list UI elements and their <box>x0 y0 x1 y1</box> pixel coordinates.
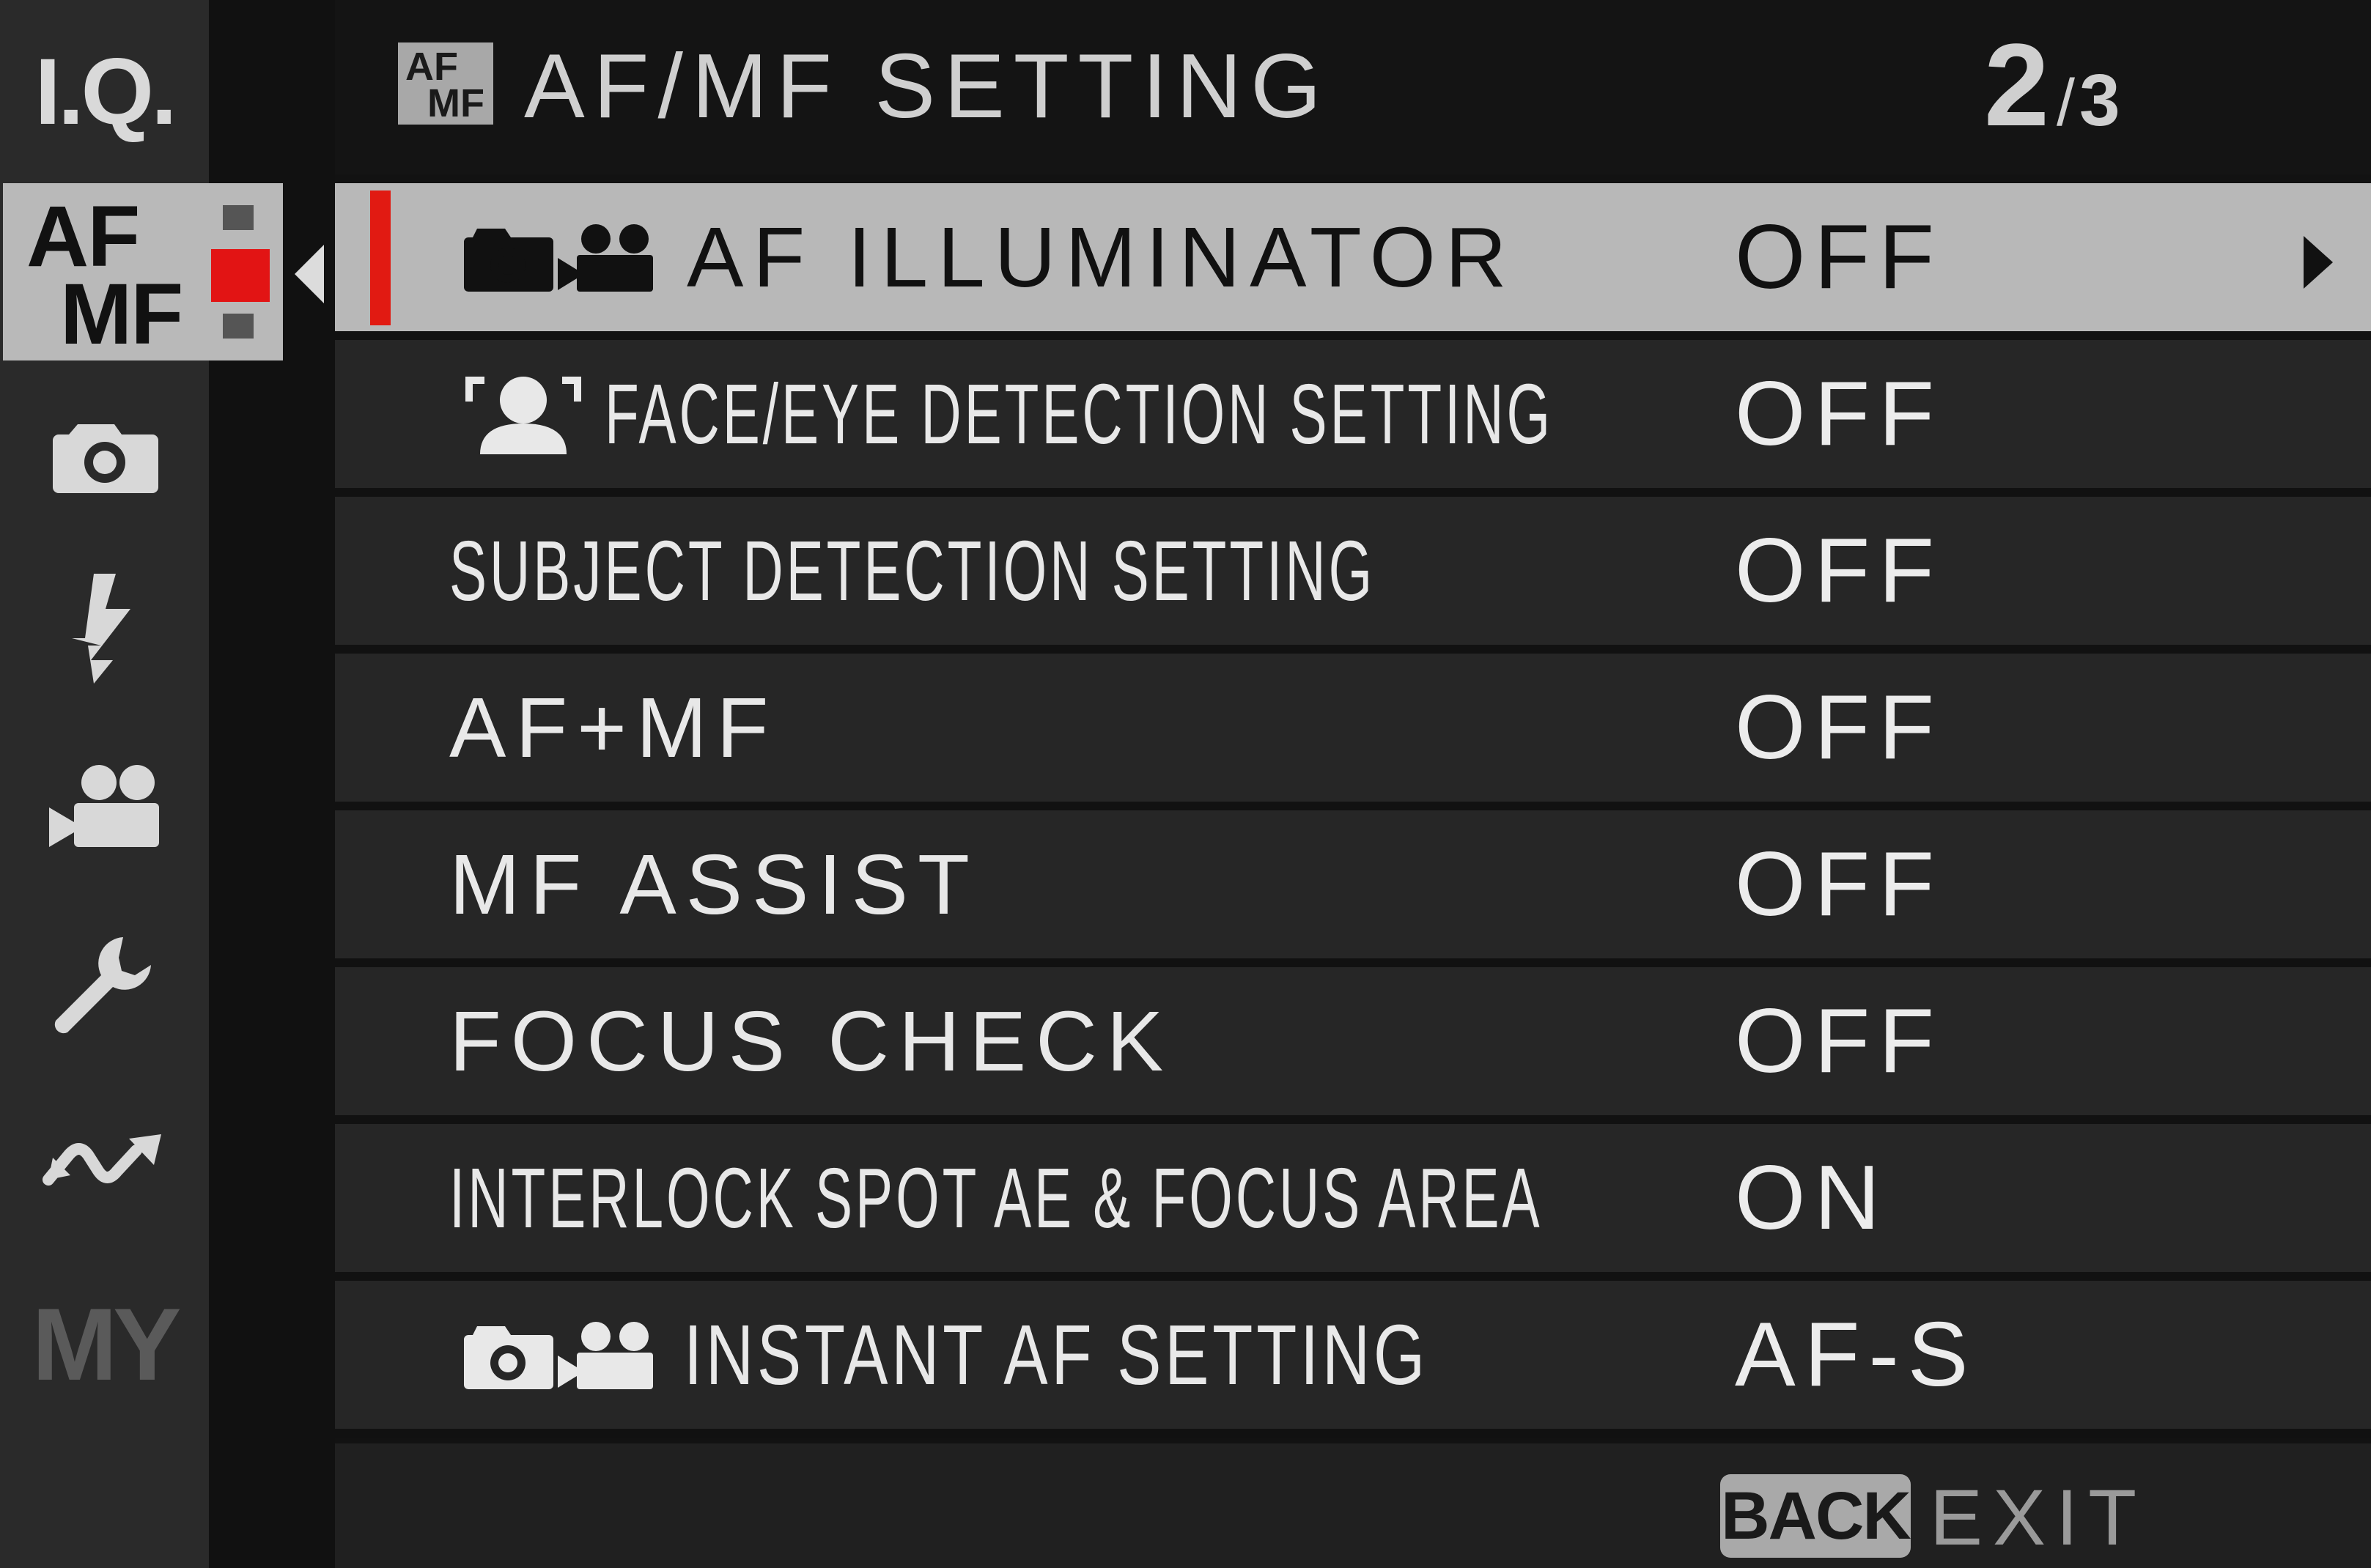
sidebar-tab-movie[interactable] <box>0 755 209 865</box>
menu-item-subject-detection[interactable]: SUBJECT DETECTION SETTING OFF <box>335 497 2371 654</box>
afmf-header-icon: AF MF <box>398 42 493 125</box>
menu-item-label: AF ILLUMINATOR <box>687 210 1516 305</box>
menu-item-label: SUBJECT DETECTION SETTING <box>449 523 1376 618</box>
sidebar-tab-my-menu[interactable]: MY <box>0 1279 209 1410</box>
camera-icon <box>50 414 160 495</box>
page-title: AF/MF SETTING <box>524 36 1330 137</box>
sidebar-tab-afmf[interactable]: AF MF <box>3 183 283 360</box>
menu-header: AF MF AF/MF SETTING 2/3 <box>335 0 2371 174</box>
header-icon-mf: MF <box>427 81 484 125</box>
menu-item-focus-check[interactable]: FOCUS CHECK OFF <box>335 967 2371 1124</box>
still-and-movie-icon <box>460 1310 659 1398</box>
face-detection-icon <box>461 372 586 460</box>
page-indicator-dot <box>223 205 254 230</box>
menu-item-label: INTERLOCK SPOT AE & FOCUS AREA <box>449 1150 1543 1246</box>
menu-item-value: OFF <box>1735 520 1943 621</box>
menu-item-af-illuminator[interactable]: AF ILLUMINATOR OFF <box>335 183 2371 340</box>
menu-item-value: OFF <box>1735 677 1943 778</box>
page-counter: 2/3 <box>1984 26 2120 144</box>
menu-item-label: FACE/EYE DETECTION SETTING <box>605 366 1554 462</box>
submenu-arrow-icon <box>2304 236 2333 289</box>
page-separator: / <box>2056 67 2075 140</box>
header-icon-af: AF <box>405 45 458 89</box>
menu-item-label: INSTANT AF SETTING <box>684 1307 1428 1402</box>
camera-menu-screen: I.Q. AF MF MY AF MF AF/MF SETTING 2 /3 A… <box>0 0 2371 1568</box>
menu-item-value: OFF <box>1735 834 1943 935</box>
menu-item-af-mf[interactable]: AF+MF OFF <box>335 654 2371 810</box>
sidebar-tab-playback[interactable] <box>0 1117 209 1205</box>
exit-label: EXIT <box>1930 1473 2147 1561</box>
menu-item-face-eye-detection[interactable]: FACE/EYE DETECTION SETTING OFF <box>335 340 2371 497</box>
menu-item-instant-af[interactable]: INSTANT AF SETTING AF-S <box>335 1281 2371 1438</box>
menu-item-value: OFF <box>1735 363 1943 465</box>
menu-item-interlock-spot-ae[interactable]: INTERLOCK SPOT AE & FOCUS AREA ON <box>335 1124 2371 1281</box>
sidebar-tab-flash[interactable] <box>0 568 209 689</box>
menu-item-label: MF ASSIST <box>449 837 979 932</box>
back-button[interactable]: BACK <box>1720 1474 1911 1558</box>
page-current: 2 <box>1984 19 2049 150</box>
afmf-tab-mf-label: MF <box>60 266 183 363</box>
menu-item-mf-assist[interactable]: MF ASSIST OFF <box>335 810 2371 967</box>
menu-item-value: ON <box>1735 1147 1889 1249</box>
menu-item-label: FOCUS CHECK <box>449 994 1173 1089</box>
still-and-movie-icon <box>460 212 659 300</box>
selection-bar <box>370 191 391 325</box>
wrench-icon <box>50 934 160 1037</box>
page-total: 3 <box>2079 59 2120 141</box>
page-indicator-dot-active <box>211 249 270 302</box>
menu-item-value: AF-S <box>1735 1304 1977 1405</box>
selected-tab-pointer-icon <box>295 245 324 303</box>
sidebar-tab-setup[interactable] <box>0 927 209 1044</box>
page-indicator-dot <box>223 314 254 339</box>
iq-label: I.Q. <box>34 39 177 144</box>
menu-item-value: OFF <box>1735 991 1943 1092</box>
menu-item-value: OFF <box>1735 207 1943 308</box>
menu-footer: BACK EXIT <box>335 1443 2371 1568</box>
wave-arrow-icon <box>42 1128 167 1194</box>
my-menu-label: MY <box>32 1287 182 1402</box>
sidebar-tab-iq[interactable]: I.Q. <box>0 29 209 154</box>
menu-item-label: AF+MF <box>449 680 778 775</box>
sidebar-tab-shooting[interactable] <box>0 399 209 509</box>
flash-icon <box>71 573 138 684</box>
movie-camera-icon <box>46 762 163 857</box>
